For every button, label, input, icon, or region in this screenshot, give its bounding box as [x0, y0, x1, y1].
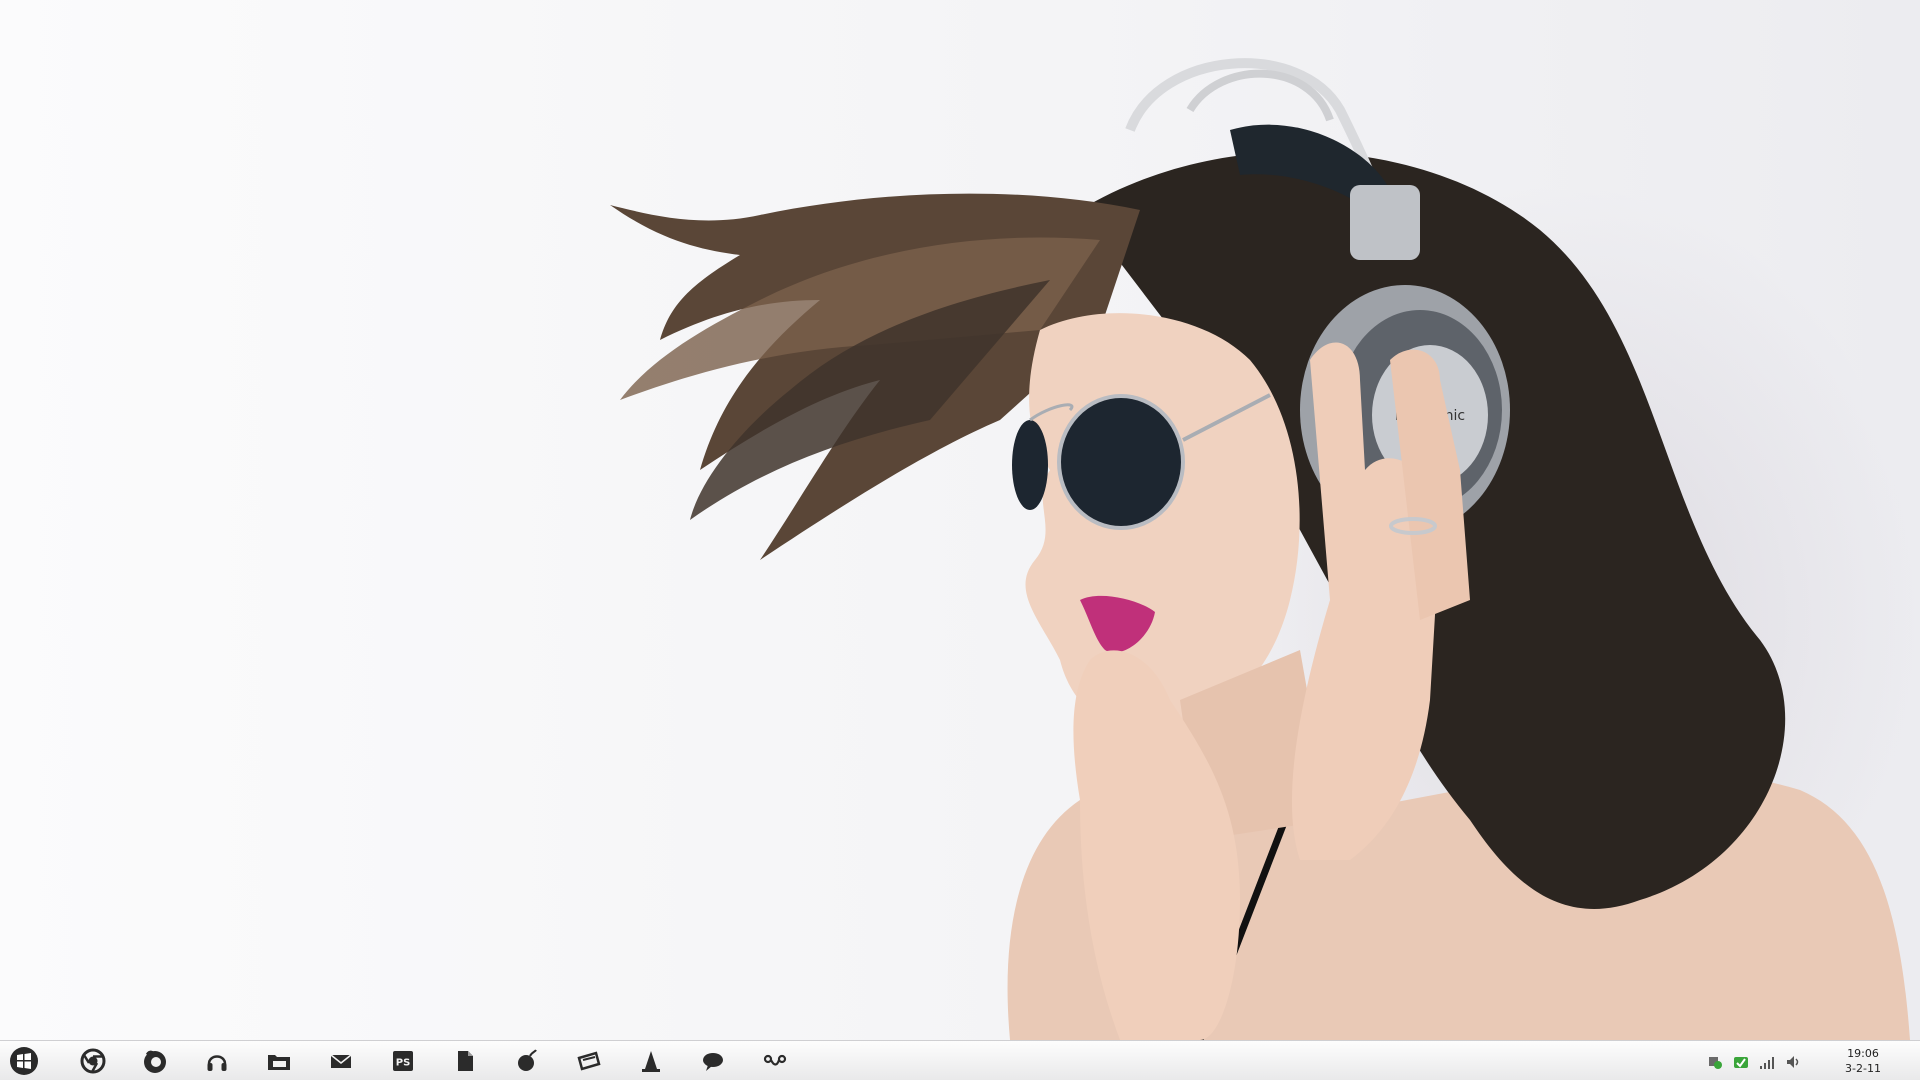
taskbar-explorer[interactable] [248, 1045, 310, 1077]
headphones-icon [207, 1055, 227, 1071]
taskbar-document[interactable] [434, 1045, 496, 1077]
signal-icon [1760, 1057, 1774, 1069]
tray-volume[interactable] [1784, 1053, 1802, 1071]
photoshop-icon: PS [393, 1051, 413, 1071]
vlc-cone-icon [642, 1051, 660, 1072]
chrome-icon [80, 1048, 106, 1074]
wallpaper-image: Panasonic [610, 58, 1910, 1040]
volume-icon [1787, 1056, 1799, 1068]
tray-signal[interactable] [1758, 1053, 1776, 1071]
clock-time: 19:06 [1847, 1047, 1879, 1060]
taskbar-chrome[interactable] [62, 1045, 124, 1077]
folder-icon [268, 1055, 290, 1070]
chat-bubble-icon [703, 1053, 723, 1071]
taskbar-chat[interactable] [682, 1045, 744, 1077]
tray-security[interactable] [1706, 1053, 1724, 1071]
bomb-icon [518, 1049, 537, 1071]
clock[interactable]: 19:06 3-2-11 [1828, 1046, 1898, 1076]
ticket-icon [577, 1051, 601, 1071]
taskbar-link[interactable] [744, 1045, 806, 1077]
pinned-apps: PS [62, 1045, 806, 1077]
link-icon [763, 1054, 787, 1066]
network-status-icon [1734, 1057, 1748, 1068]
taskbar-photoshop[interactable]: PS [372, 1045, 434, 1077]
clock-date: 3-2-11 [1845, 1062, 1881, 1075]
start-button[interactable] [10, 1047, 38, 1075]
taskbar-bomb[interactable] [496, 1045, 558, 1077]
desktop-wallpaper: Panasonic [0, 0, 1920, 1040]
taskbar-mail[interactable] [310, 1045, 372, 1077]
taskbar: PS 19:06 3-2-11 [0, 1040, 1920, 1080]
system-tray [1706, 1051, 1802, 1073]
mail-icon [330, 1054, 352, 1068]
taskbar-firefox[interactable] [124, 1045, 186, 1077]
firefox-icon [144, 1050, 166, 1073]
taskbar-ticket[interactable] [558, 1045, 620, 1077]
svg-text:PS: PS [396, 1058, 411, 1069]
tray-network-status[interactable] [1732, 1053, 1750, 1071]
document-icon [458, 1051, 473, 1071]
security-icon [1709, 1057, 1722, 1069]
taskbar-music[interactable] [186, 1045, 248, 1077]
windows-logo-icon [17, 1053, 31, 1069]
taskbar-vlc[interactable] [620, 1045, 682, 1077]
